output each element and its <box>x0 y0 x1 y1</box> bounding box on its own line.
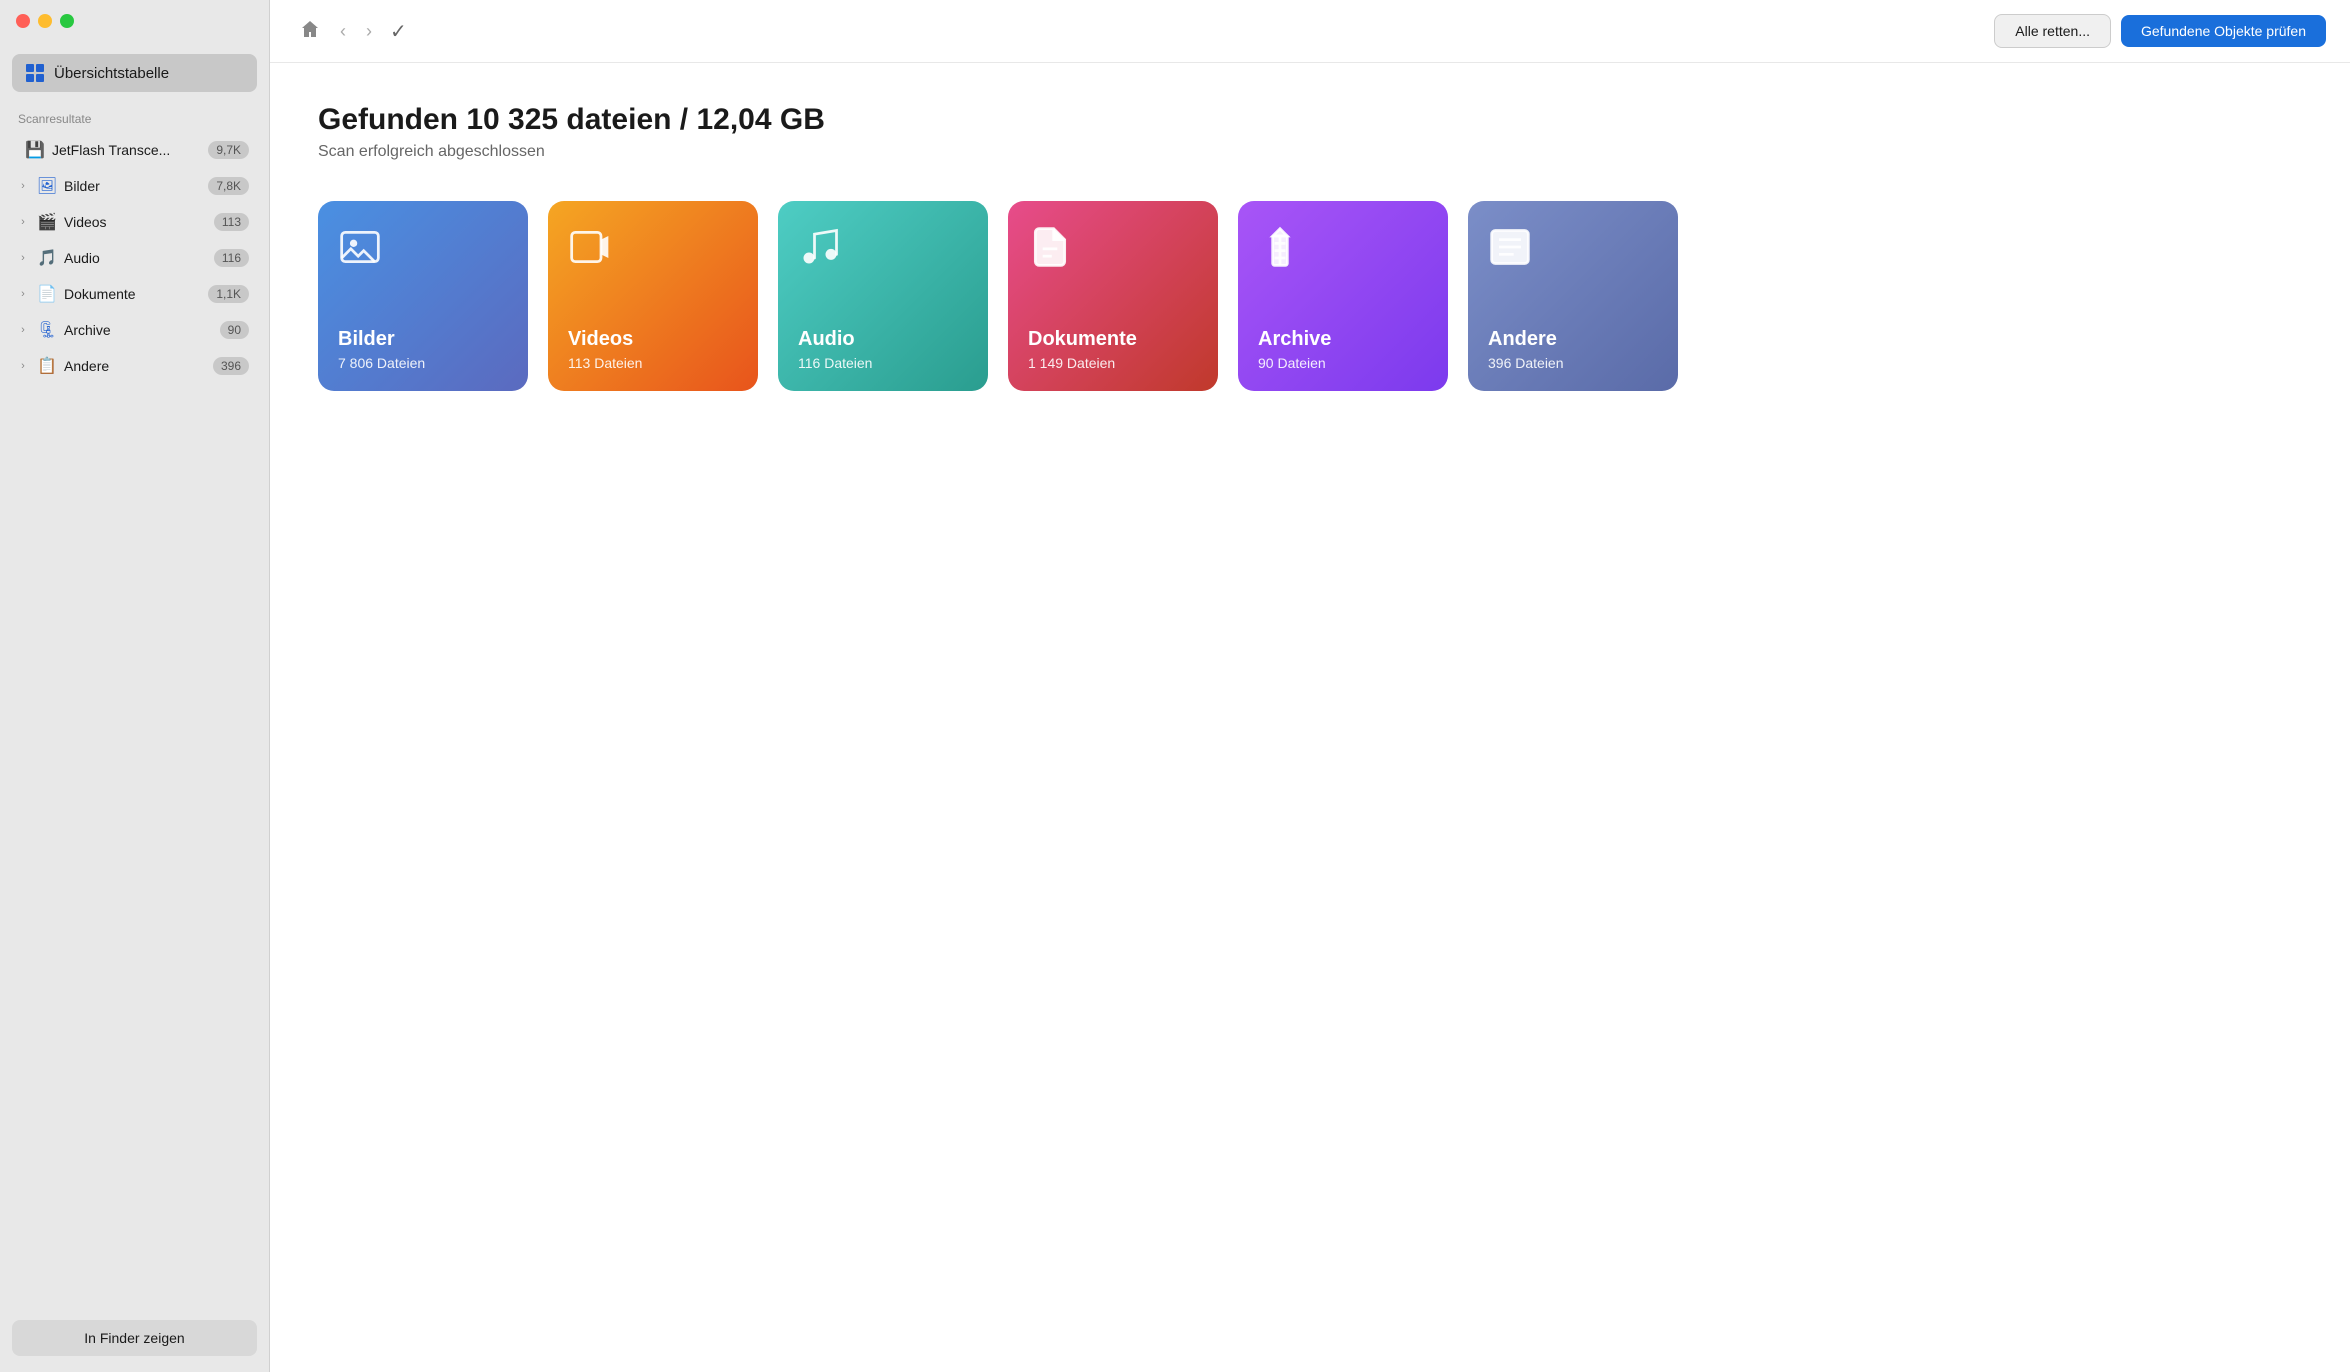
toolbar-nav: ‹ › ✓ <box>294 15 407 48</box>
videos-card-icon <box>568 225 738 278</box>
home-icon <box>300 19 320 39</box>
card-andere[interactable]: Andere 396 Dateien <box>1468 201 1678 391</box>
archive-label: Archive <box>64 322 214 338</box>
audio-card-count: 116 Dateien <box>798 355 968 371</box>
sidebar-item-videos[interactable]: › 🎬 Videos 113 <box>6 205 263 239</box>
audio-badge: 116 <box>214 249 249 267</box>
bilder-card-count: 7 806 Dateien <box>338 355 508 371</box>
audio-icon: 🎵 <box>36 248 58 268</box>
page-title: Gefunden 10 325 dateien / 12,04 GB <box>318 103 2302 137</box>
drive-label: JetFlash Transce... <box>52 142 202 158</box>
finder-button[interactable]: In Finder zeigen <box>12 1320 257 1356</box>
chevron-icon: › <box>16 252 30 264</box>
videos-icon: 🎬 <box>36 212 58 232</box>
sidebar-item-drive[interactable]: 💾 JetFlash Transce... 9,7K <box>6 133 263 167</box>
dokumente-icon: 📄 <box>36 284 58 304</box>
andere-card-title: Andere <box>1488 328 1658 351</box>
videos-label: Videos <box>64 214 208 230</box>
bilder-card-icon <box>338 225 508 278</box>
archive-card-count: 90 Dateien <box>1258 355 1428 371</box>
forward-button[interactable]: › <box>360 17 378 46</box>
close-button[interactable] <box>16 14 30 28</box>
sidebar-item-andere[interactable]: › 📋 Andere 396 <box>6 349 263 383</box>
audio-card-title: Audio <box>798 328 968 351</box>
home-button[interactable] <box>294 15 326 48</box>
bilder-icon: 🖼 <box>36 176 58 196</box>
audio-label: Audio <box>64 250 208 266</box>
sidebar-item-archive[interactable]: › 🗜 Archive 90 <box>6 313 263 347</box>
minimize-button[interactable] <box>38 14 52 28</box>
bilder-card-title: Bilder <box>338 328 508 351</box>
archive-card-icon <box>1258 225 1428 278</box>
dokumente-card-icon <box>1028 225 1198 278</box>
toolbar: ‹ › ✓ Alle retten... Gefundene Objekte p… <box>270 0 2350 63</box>
chevron-icon: › <box>16 216 30 228</box>
scan-results-label: Scanresultate <box>0 104 269 132</box>
grid-icon <box>26 64 44 82</box>
gefundene-objekte-button[interactable]: Gefundene Objekte prüfen <box>2121 15 2326 47</box>
archive-badge: 90 <box>220 321 249 339</box>
sidebar-bottom: In Finder zeigen <box>0 1304 269 1372</box>
andere-card-count: 396 Dateien <box>1488 355 1658 371</box>
bilder-badge: 7,8K <box>208 177 249 195</box>
sidebar-item-dokumente[interactable]: › 📄 Dokumente 1,1K <box>6 277 263 311</box>
sidebar: Übersichtstabelle Scanresultate 💾 JetFla… <box>0 0 270 1372</box>
card-videos[interactable]: Videos 113 Dateien <box>548 201 758 391</box>
andere-label: Andere <box>64 358 207 374</box>
alle-retten-button[interactable]: Alle retten... <box>1994 14 2111 48</box>
sidebar-item-audio[interactable]: › 🎵 Audio 116 <box>6 241 263 275</box>
card-dokumente[interactable]: Dokumente 1 149 Dateien <box>1008 201 1218 391</box>
archive-icon: 🗜 <box>36 320 58 340</box>
archive-card-title: Archive <box>1258 328 1428 351</box>
card-archive[interactable]: Archive 90 Dateien <box>1238 201 1448 391</box>
drive-icon: 💾 <box>24 140 46 160</box>
videos-card-count: 113 Dateien <box>568 355 738 371</box>
overview-label: Übersichtstabelle <box>54 65 169 82</box>
videos-card-title: Videos <box>568 328 738 351</box>
category-cards: Bilder 7 806 Dateien Videos 113 Dateien <box>318 201 2302 391</box>
back-button[interactable]: ‹ <box>334 17 352 46</box>
check-icon: ✓ <box>390 19 407 44</box>
dokumente-card-title: Dokumente <box>1028 328 1198 351</box>
content-area: Gefunden 10 325 dateien / 12,04 GB Scan … <box>270 63 2350 1372</box>
chevron-icon: › <box>16 288 30 300</box>
andere-card-icon <box>1488 225 1658 278</box>
chevron-icon: › <box>16 180 30 192</box>
card-audio[interactable]: Audio 116 Dateien <box>778 201 988 391</box>
andere-badge: 396 <box>213 357 249 375</box>
bilder-label: Bilder <box>64 178 202 194</box>
chevron-icon: › <box>16 324 30 336</box>
dokumente-badge: 1,1K <box>208 285 249 303</box>
dokumente-label: Dokumente <box>64 286 202 302</box>
andere-icon: 📋 <box>36 356 58 376</box>
dokumente-card-count: 1 149 Dateien <box>1028 355 1198 371</box>
sidebar-item-bilder[interactable]: › 🖼 Bilder 7,8K <box>6 169 263 203</box>
maximize-button[interactable] <box>60 14 74 28</box>
audio-card-icon <box>798 225 968 278</box>
overview-button[interactable]: Übersichtstabelle <box>12 54 257 92</box>
page-subtitle: Scan erfolgreich abgeschlossen <box>318 143 2302 161</box>
window-controls <box>0 0 269 36</box>
drive-badge: 9,7K <box>208 141 249 159</box>
videos-badge: 113 <box>214 213 249 231</box>
chevron-icon: › <box>16 360 30 372</box>
main-content: ‹ › ✓ Alle retten... Gefundene Objekte p… <box>270 0 2350 1372</box>
card-bilder[interactable]: Bilder 7 806 Dateien <box>318 201 528 391</box>
